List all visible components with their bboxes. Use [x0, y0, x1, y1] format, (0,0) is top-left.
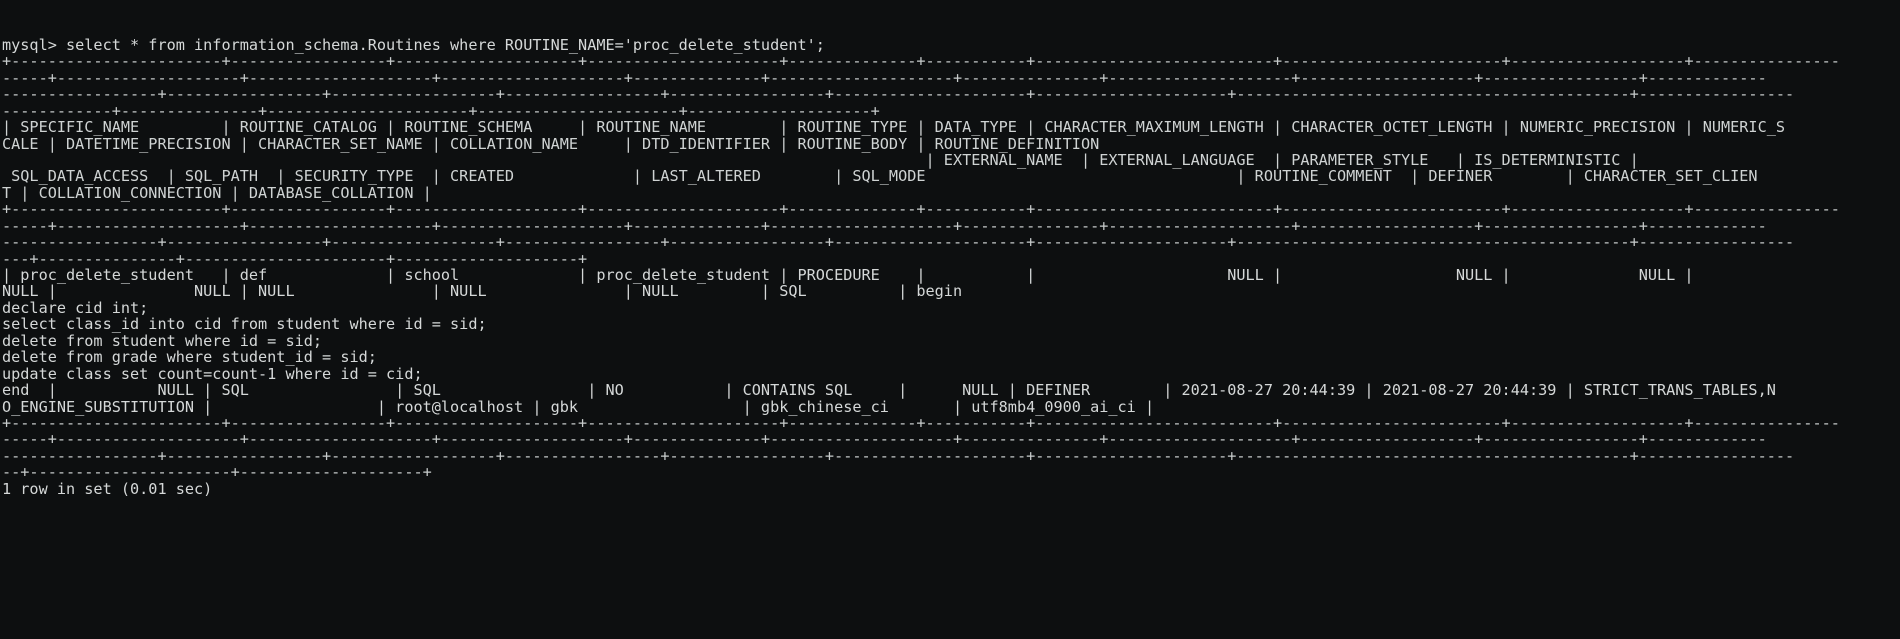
table-border-rule: +-----------------------+---------------… — [2, 200, 1840, 219]
table-border-rule: -----------------+-----------------+----… — [2, 85, 1795, 104]
table-data-line: declare cid int; — [2, 298, 149, 317]
table-header-line: | SPECIFIC_NAME | ROUTINE_CATALOG | ROUT… — [2, 118, 1786, 137]
table-header-line: | EXTERNAL_NAME | EXTERNAL_LANGUAGE | PA… — [2, 150, 1639, 169]
table-border-rule: +-----------------------+---------------… — [2, 52, 1840, 71]
table-data-line: update class set count=count-1 where id … — [2, 364, 423, 383]
table-data-line: end | NULL | SQL | SQL | NO | CONTAINS S… — [2, 381, 1776, 400]
terminal-output-pane[interactable]: mysql> select * from information_schema.… — [0, 0, 1900, 639]
table-data-line: O_ENGINE_SUBSTITUTION | | root@localhost… — [2, 397, 1155, 416]
table-data-line: select class_id into cid from student wh… — [2, 315, 487, 334]
table-data-line: | proc_delete_student | def | school | p… — [2, 266, 1694, 285]
table-border-rule: -----+--------------------+-------------… — [2, 216, 1767, 235]
terminal-prompt-line: mysql> select * from information_schema.… — [2, 35, 825, 54]
table-border-rule: -----+--------------------+-------------… — [2, 430, 1767, 449]
table-data-line: delete from grade where student_id = sid… — [2, 348, 377, 367]
result-summary-line: 1 row in set (0.01 sec) — [2, 479, 213, 498]
table-border-rule: --+----------------------+--------------… — [2, 463, 432, 482]
table-data-line: delete from student where id = sid; — [2, 331, 323, 350]
table-border-rule: ------------+---------------+-----------… — [2, 101, 880, 120]
table-header-line: CALE | DATETIME_PRECISION | CHARACTER_SE… — [2, 134, 1100, 153]
table-border-rule: -----+--------------------+-------------… — [2, 68, 1767, 87]
table-border-rule: ---+---------------+--------------------… — [2, 249, 588, 268]
table-border-rule: -----------------+-----------------+----… — [2, 233, 1795, 252]
terminal-lines: mysql> select * from information_schema.… — [2, 35, 1900, 498]
table-border-rule: +-----------------------+---------------… — [2, 413, 1840, 432]
table-header-line: SQL_DATA_ACCESS | SQL_PATH | SECURITY_TY… — [2, 167, 1758, 186]
table-header-line: T | COLLATION_CONNECTION | DATABASE_COLL… — [2, 183, 432, 202]
table-data-line: NULL | NULL | NULL | NULL | NULL | SQL |… — [2, 282, 963, 301]
table-border-rule: -----------------+-----------------+----… — [2, 446, 1795, 465]
